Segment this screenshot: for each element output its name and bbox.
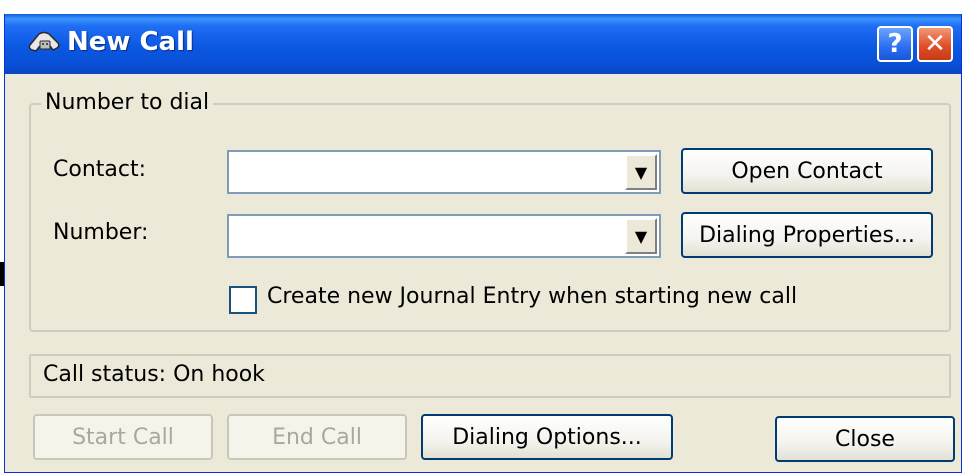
chevron-down-icon: ▼ — [634, 162, 648, 182]
call-status-text: Call status: On hook — [43, 362, 265, 387]
journal-entry-label[interactable]: Create new Journal Entry when starting n… — [267, 284, 797, 309]
close-button[interactable]: Close — [775, 416, 955, 462]
window-title: New Call — [67, 27, 194, 57]
journal-entry-checkbox[interactable] — [229, 286, 257, 314]
end-call-button[interactable]: End Call — [227, 414, 407, 460]
number-dropdown-button[interactable]: ▼ — [625, 218, 657, 254]
dialing-properties-button[interactable]: Dialing Properties... — [681, 212, 933, 258]
new-call-dialog: New Call ? ✕ Number to dial Contact: ▼ O… — [4, 14, 962, 473]
number-label: Number: — [53, 220, 149, 245]
title-bar[interactable]: New Call ? ✕ — [5, 14, 961, 74]
group-legend: Number to dial — [41, 90, 214, 115]
contact-label: Contact: — [53, 157, 147, 182]
chevron-down-icon: ▼ — [634, 226, 648, 246]
phone-icon — [28, 31, 60, 52]
close-window-button[interactable]: ✕ — [917, 26, 953, 62]
open-contact-button[interactable]: Open Contact — [681, 148, 933, 194]
call-status-bar: Call status: On hook — [29, 354, 951, 398]
contact-combobox[interactable]: ▼ — [227, 150, 661, 194]
number-combobox[interactable]: ▼ — [227, 214, 661, 258]
close-icon: ✕ — [924, 29, 946, 59]
contact-dropdown-button[interactable]: ▼ — [625, 154, 657, 190]
help-button[interactable]: ? — [877, 26, 913, 62]
dialing-options-button[interactable]: Dialing Options... — [421, 414, 673, 460]
help-icon: ? — [887, 29, 903, 59]
start-call-button[interactable]: Start Call — [33, 414, 213, 460]
